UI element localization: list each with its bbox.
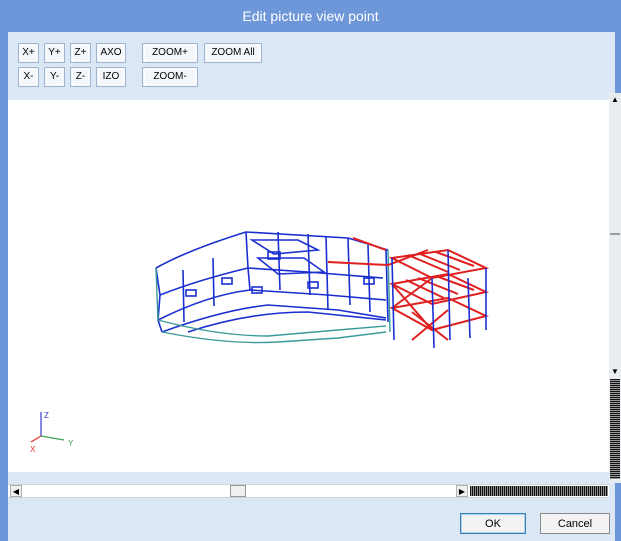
axes-indicator: Z X Y — [30, 411, 74, 454]
edit-view-dialog: Edit picture view point X+ Y+ Z+ AXO ZOO… — [0, 0, 621, 541]
window-title: Edit picture view point — [0, 0, 621, 32]
view-y-minus-button[interactable]: Y- — [44, 67, 65, 87]
view-z-minus-button[interactable]: Z- — [70, 67, 91, 87]
vertical-scroll-thumb[interactable] — [610, 379, 620, 479]
view-izo-button[interactable]: IZO — [96, 67, 126, 87]
cancel-button[interactable]: Cancel — [540, 513, 610, 534]
view-z-plus-button[interactable]: Z+ — [70, 43, 91, 63]
window-left-border — [0, 32, 8, 541]
view-axo-button[interactable]: AXO — [96, 43, 126, 63]
red-frame-structure — [327, 237, 490, 341]
x-axis-line — [30, 435, 42, 443]
vertical-scrollbar[interactable]: ▲ ▼ — [609, 93, 621, 483]
view-x-minus-button[interactable]: X- — [18, 67, 39, 87]
view-y-plus-button[interactable]: Y+ — [44, 43, 65, 63]
horizontal-scrollbar[interactable]: ◀ ▶ — [8, 484, 609, 498]
view-toolbar: X+ Y+ Z+ AXO ZOOM+ ZOOM All X- Y- Z- IZO… — [8, 32, 615, 100]
ok-button[interactable]: OK — [460, 513, 526, 534]
structure-model-drawing: Z X Y — [30, 231, 490, 454]
x-axis-label: X — [30, 445, 36, 454]
blue-frame-structure — [155, 231, 389, 333]
zoom-out-button[interactable]: ZOOM- — [142, 67, 198, 87]
y-axis-line — [40, 435, 65, 441]
zoom-all-button[interactable]: ZOOM All — [204, 43, 262, 63]
dialog-footer: OK Cancel — [8, 498, 615, 541]
scroll-right-icon[interactable]: ▶ — [456, 485, 468, 497]
view-x-plus-button[interactable]: X+ — [18, 43, 39, 63]
z-axis-label: Z — [44, 411, 49, 420]
horizontal-scroll-grip[interactable] — [470, 486, 608, 496]
zoom-in-button[interactable]: ZOOM+ — [142, 43, 198, 63]
scroll-down-icon[interactable]: ▼ — [609, 365, 621, 379]
scroll-up-icon[interactable]: ▲ — [609, 93, 621, 107]
y-axis-label: Y — [68, 439, 74, 448]
scroll-left-icon[interactable]: ◀ — [10, 485, 22, 497]
vertical-scroll-track-mark — [610, 233, 620, 235]
model-viewport[interactable]: Z X Y — [8, 100, 609, 472]
horizontal-scroll-thumb[interactable] — [230, 485, 246, 497]
